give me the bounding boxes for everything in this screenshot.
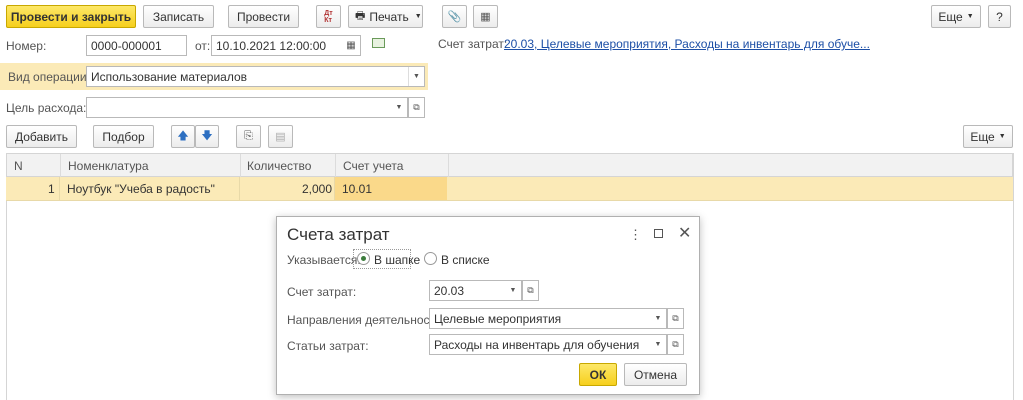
close-icon[interactable]: ✕ (678, 223, 691, 243)
dropdown-arrow-icon: ▼ (414, 13, 422, 20)
date-field[interactable]: 10.10.2021 12:00:00 ▦ (211, 35, 361, 56)
dropdown-arrow-icon[interactable]: ▼ (650, 335, 666, 354)
help-button[interactable]: ? (988, 5, 1011, 28)
direction-select[interactable]: Целевые мероприятия ▼ (429, 308, 667, 329)
maximize-icon[interactable] (654, 229, 663, 238)
open-icon[interactable]: ⧉ (522, 280, 539, 301)
column-divider (59, 177, 60, 200)
date-value: 10.10.2021 12:00:00 (216, 38, 327, 53)
pick-button[interactable]: Подбор (93, 125, 154, 148)
column-divider (60, 154, 61, 177)
column-header-qty[interactable]: Количество (247, 159, 311, 173)
radio-header-label[interactable]: В шапке (374, 253, 420, 267)
save-button[interactable]: Записать (143, 5, 214, 28)
cost-account-link[interactable]: 20.03, Целевые мероприятия, Расходы на и… (504, 37, 870, 51)
attach-icon[interactable]: 📎 (442, 5, 467, 28)
dialog-cost-account-label: Счет затрат: (287, 285, 357, 299)
ok-button[interactable]: ОК (579, 363, 617, 386)
number-label: Номер: (6, 39, 47, 53)
purpose-label: Цель расхода: (6, 101, 87, 115)
dropdown-arrow-icon: ▼ (998, 133, 1006, 140)
column-divider (334, 177, 335, 200)
move-up-icon[interactable]: 🡅 (171, 125, 195, 148)
purpose-select[interactable]: ▼ (86, 97, 408, 118)
column-divider (240, 154, 241, 177)
dt-kt-icon[interactable]: Дт Кт (316, 5, 341, 28)
dropdown-arrow-icon: ▼ (966, 13, 974, 20)
column-header-n[interactable]: N (14, 159, 23, 173)
radio-list[interactable] (424, 252, 437, 265)
cost-account-label: Счет затрат: (438, 37, 508, 51)
operation-value: Использование материалов (91, 69, 248, 84)
column-header-item[interactable]: Номенклатура (68, 159, 149, 173)
operation-select[interactable]: Использование материалов ▼ (86, 66, 425, 87)
document-status-icon (372, 38, 385, 48)
items-label: Статьи затрат: (287, 339, 369, 353)
copy-icon[interactable]: ⎘ (236, 125, 261, 148)
paste-icon[interactable]: ▤ (268, 125, 293, 148)
more-button[interactable]: Еще ▼ (931, 5, 981, 28)
open-icon[interactable]: ⧉ (408, 97, 425, 118)
move-down-icon[interactable]: 🡇 (195, 125, 219, 148)
table-row[interactable]: 1 Ноутбук "Учеба в радость" 2,000 10.01 (6, 177, 1013, 201)
table-more-button[interactable]: Еще ▼ (963, 125, 1013, 148)
dropdown-arrow-icon[interactable]: ▼ (650, 309, 666, 328)
dialog-cost-account-select[interactable]: 20.03 ▼ (429, 280, 522, 301)
operation-label: Вид операции: (8, 70, 90, 84)
column-divider (335, 154, 336, 177)
table-header: N Номенклатура Количество Счет учета (6, 153, 1013, 177)
date-label: от: (195, 39, 211, 53)
number-value: 0000-000001 (91, 38, 162, 53)
specified-label: Указывается: (287, 253, 361, 267)
post-button[interactable]: Провести (228, 5, 299, 28)
print-label: Печать (369, 9, 409, 24)
radio-list-label[interactable]: В списке (441, 253, 490, 267)
dropdown-arrow-icon[interactable]: ▼ (391, 98, 407, 117)
dialog-menu-icon[interactable]: ⋮ (629, 227, 642, 243)
open-icon[interactable]: ⧉ (667, 334, 684, 355)
number-field[interactable]: 0000-000001 (86, 35, 187, 56)
dropdown-arrow-icon[interactable]: ▼ (505, 281, 521, 300)
dialog-title: Счета затрат (287, 225, 390, 244)
direction-value: Целевые мероприятия (434, 311, 562, 326)
more-label: Еще (938, 9, 963, 24)
column-header-account[interactable]: Счет учета (343, 159, 403, 173)
cell-qty: 2,000 (302, 182, 333, 196)
post-and-close-button[interactable]: Провести и закрыть (6, 5, 136, 28)
open-icon[interactable]: ⧉ (667, 308, 684, 329)
dialog-cost-account-value: 20.03 (434, 283, 465, 298)
direction-label: Направления деятельности: (287, 313, 446, 327)
calendar-icon[interactable]: ▦ (342, 36, 360, 55)
cancel-button[interactable]: Отмена (624, 363, 687, 386)
cost-accounts-dialog: Счета затрат ⋮ ✕ Указывается: В шапке В … (276, 216, 700, 395)
printer-icon: 🖶 (355, 10, 366, 22)
print-button[interactable]: 🖶 Печать ▼ (348, 5, 423, 28)
table-more-label: Еще (970, 129, 995, 144)
add-button[interactable]: Добавить (6, 125, 77, 148)
cell-account: 10.01 (342, 182, 373, 196)
column-divider (239, 177, 240, 200)
cell-n: 1 (48, 182, 55, 196)
items-value: Расходы на инвентарь для обучения (434, 337, 640, 352)
cell-item: Ноутбук "Учеба в радость" (67, 182, 215, 196)
items-select[interactable]: Расходы на инвентарь для обучения ▼ (429, 334, 667, 355)
dropdown-arrow-icon[interactable]: ▼ (408, 67, 424, 86)
structure-icon[interactable]: ▦ (473, 5, 498, 28)
column-divider (448, 154, 449, 177)
radio-header[interactable] (357, 252, 370, 265)
